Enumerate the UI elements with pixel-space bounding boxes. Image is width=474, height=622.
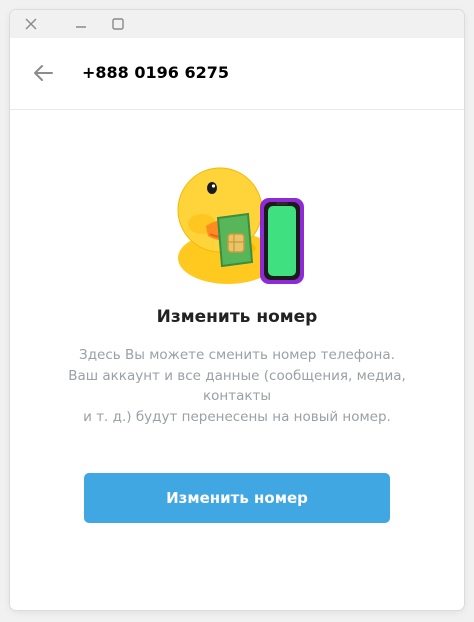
description-line: Ваш аккаунт и все данные (сообщения, мед… xyxy=(68,367,406,384)
close-icon[interactable] xyxy=(20,13,42,35)
phone-number-title: +888 0196 6275 xyxy=(82,63,230,82)
change-number-button[interactable]: Изменить номер xyxy=(84,473,390,523)
minimize-icon[interactable] xyxy=(70,13,92,35)
description-text: Здесь Вы можете сменить номер телефона. … xyxy=(50,345,424,427)
description-line: Здесь Вы можете сменить номер телефона. xyxy=(79,347,395,363)
duck-sticker-icon xyxy=(177,167,304,284)
header: +888 0196 6275 xyxy=(10,38,464,110)
app-window: +888 0196 6275 Изменить номер Здесь Вы м… xyxy=(10,10,464,610)
arrow-left-icon xyxy=(34,65,53,81)
description-line: контакты xyxy=(202,388,272,404)
maximize-icon[interactable] xyxy=(107,13,129,35)
back-button[interactable] xyxy=(30,60,56,86)
page-heading: Изменить номер xyxy=(156,307,318,327)
description-line: и т. д.) будут перенесены на новый номер… xyxy=(83,408,391,425)
title-bar xyxy=(10,10,464,38)
